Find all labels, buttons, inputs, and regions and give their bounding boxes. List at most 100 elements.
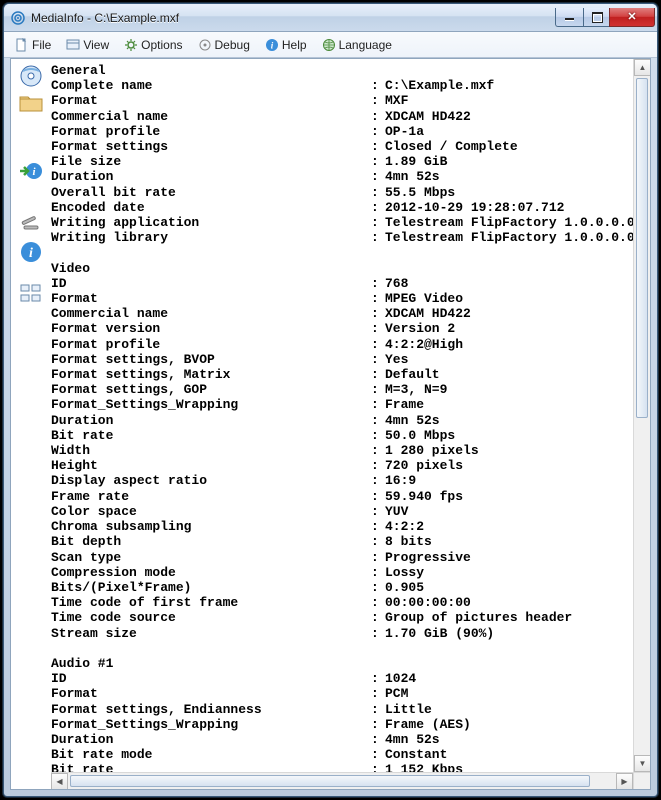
menu-view-label: View (83, 38, 109, 52)
info-value: 720 pixels (385, 458, 650, 473)
info-row: Writing library: Telestream FlipFactory … (51, 230, 650, 245)
info-row: Scan type: Progressive (51, 550, 650, 565)
info-value: Little (385, 702, 650, 717)
info-sep: : (371, 702, 385, 717)
info-sep: : (371, 747, 385, 762)
close-button[interactable] (609, 8, 655, 27)
info-value: 8 bits (385, 534, 650, 549)
info-value: 2012-10-29 19:28:07.712 (385, 200, 650, 215)
info-sep: : (371, 397, 385, 412)
info-row: Bit rate: 50.0 Mbps (51, 428, 650, 443)
info-sep: : (371, 337, 385, 352)
scroll-thumb-h[interactable] (70, 775, 590, 787)
info-key: Format settings (51, 139, 371, 154)
info-row: Format settings, GOP: M=3, N=9 (51, 382, 650, 397)
scroll-right-button[interactable]: ▶ (616, 773, 633, 789)
scroll-thumb-v[interactable] (636, 78, 648, 418)
info-row: Format version: Version 2 (51, 321, 650, 336)
info-value: 1.70 GiB (90%) (385, 626, 650, 641)
info-key: Time code source (51, 610, 371, 625)
spacer-3 (15, 266, 47, 280)
menu-file-label: File (32, 38, 51, 52)
info-key: Bit rate (51, 428, 371, 443)
info-value: 1.89 GiB (385, 154, 650, 169)
info-value: Telestream FlipFactory 1.0.0.0.0 (385, 230, 650, 245)
menu-help[interactable]: i Help (258, 34, 313, 56)
settings-icon[interactable] (15, 212, 47, 238)
file-icon (14, 37, 30, 53)
info-key: Scan type (51, 550, 371, 565)
client-area: i i GeneralComplete name: C:\Example.mxf… (10, 58, 651, 790)
info-sep: : (371, 595, 385, 610)
info-key: Duration (51, 413, 371, 428)
menu-debug-label: Debug (215, 38, 250, 52)
export-icon[interactable]: i (15, 158, 47, 184)
info-value: 00:00:00:00 (385, 595, 650, 610)
maximize-button[interactable] (583, 8, 609, 27)
section-header: General (51, 63, 650, 78)
info-key: Bit depth (51, 534, 371, 549)
media-info-text[interactable]: GeneralComplete name: C:\Example.mxfForm… (51, 59, 650, 789)
info-value: 4:2:2@High (385, 337, 650, 352)
info-sep: : (371, 291, 385, 306)
info-row: Format_Settings_Wrapping: Frame (51, 397, 650, 412)
scroll-left-button[interactable]: ◀ (51, 773, 68, 789)
info-row: Duration: 4mn 52s (51, 169, 650, 184)
info-sep: : (371, 321, 385, 336)
menu-file[interactable]: File (8, 34, 57, 56)
scroll-down-button[interactable]: ▼ (634, 755, 650, 772)
info-sep: : (371, 124, 385, 139)
info-row: Format_Settings_Wrapping: Frame (AES) (51, 717, 650, 732)
info-row: Color space: YUV (51, 504, 650, 519)
disc-icon[interactable] (15, 63, 47, 89)
horizontal-scrollbar[interactable]: ◀ ▶ (51, 772, 633, 789)
info-key: Duration (51, 732, 371, 747)
vertical-scrollbar[interactable]: ▲ ▼ (633, 59, 650, 772)
menu-view[interactable]: View (59, 34, 115, 56)
info-icon[interactable]: i (15, 239, 47, 265)
menu-debug[interactable]: Debug (191, 34, 256, 56)
info-value: Frame (AES) (385, 717, 650, 732)
info-row: Encoded date: 2012-10-29 19:28:07.712 (51, 200, 650, 215)
scroll-track-h[interactable] (68, 773, 616, 789)
menubar: File View Options Debug i Help Language (4, 32, 657, 58)
info-sep: : (371, 154, 385, 169)
info-value: PCM (385, 686, 650, 701)
tree-icon[interactable] (15, 281, 47, 307)
info-sep: : (371, 610, 385, 625)
info-sep: : (371, 732, 385, 747)
info-row: Compression mode: Lossy (51, 565, 650, 580)
info-value: Version 2 (385, 321, 650, 336)
scroll-up-button[interactable]: ▲ (634, 59, 650, 76)
info-row: Format profile: 4:2:2@High (51, 337, 650, 352)
scroll-track-v[interactable] (634, 76, 650, 755)
info-value: 59.940 fps (385, 489, 650, 504)
minimize-button[interactable] (555, 8, 583, 27)
info-sep: : (371, 671, 385, 686)
info-row: Time code source: Group of pictures head… (51, 610, 650, 625)
menu-language-label: Language (339, 38, 392, 52)
svg-text:i: i (29, 246, 33, 261)
titlebar[interactable]: MediaInfo - C:\Example.mxf (4, 4, 657, 32)
folder-icon[interactable] (15, 90, 47, 116)
info-sep: : (371, 109, 385, 124)
info-row: Complete name: C:\Example.mxf (51, 78, 650, 93)
info-value: OP-1a (385, 124, 650, 139)
info-key: Format (51, 93, 371, 108)
info-row: Duration: 4mn 52s (51, 732, 650, 747)
info-row: Commercial name: XDCAM HD422 (51, 109, 650, 124)
blank-row (51, 641, 650, 656)
info-value: Default (385, 367, 650, 382)
section-header: Video (51, 261, 650, 276)
menu-options[interactable]: Options (117, 34, 188, 56)
info-sep: : (371, 473, 385, 488)
info-key: Format settings, Matrix (51, 367, 371, 382)
view-icon (65, 37, 81, 53)
menu-language[interactable]: Language (315, 34, 398, 56)
info-sep: : (371, 489, 385, 504)
scroll-corner (633, 772, 650, 789)
info-value: MXF (385, 93, 650, 108)
info-key: Format profile (51, 124, 371, 139)
info-value: MPEG Video (385, 291, 650, 306)
info-value: Frame (385, 397, 650, 412)
